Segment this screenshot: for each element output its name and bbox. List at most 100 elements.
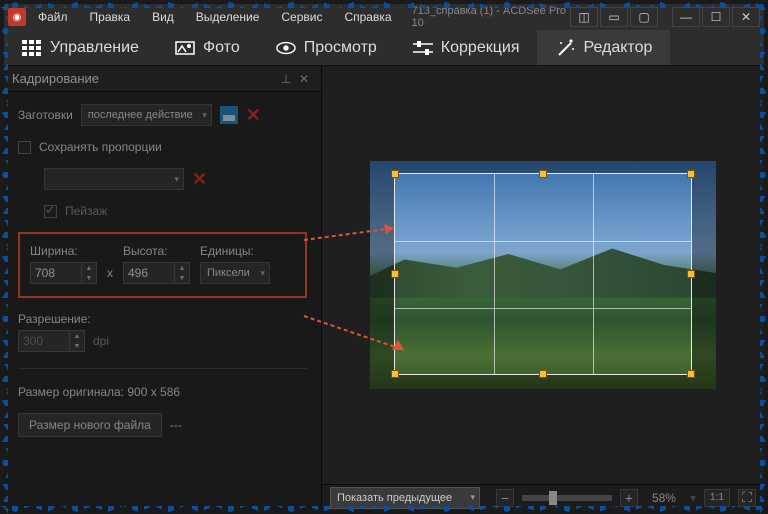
presets-dropdown[interactable]: последнее действие bbox=[81, 104, 212, 126]
mode-label: Фото bbox=[203, 39, 240, 57]
spin-down-icon[interactable]: ▼ bbox=[82, 273, 96, 283]
delete-preset-icon[interactable]: ✕ bbox=[246, 105, 261, 126]
mode-label: Коррекция bbox=[441, 39, 520, 57]
mode-label: Управление bbox=[50, 39, 139, 57]
mode-view[interactable]: Просмотр bbox=[258, 30, 395, 65]
height-spinner[interactable]: ▲▼ bbox=[123, 262, 190, 284]
spin-up-icon[interactable]: ▲ bbox=[82, 263, 96, 273]
menu-help[interactable]: Справка bbox=[334, 6, 401, 28]
height-input[interactable] bbox=[123, 262, 175, 284]
mode-manage[interactable]: Управление bbox=[4, 30, 157, 65]
spin-down-icon[interactable]: ▼ bbox=[70, 341, 84, 351]
mode-develop[interactable]: Коррекция bbox=[395, 30, 538, 65]
zoom-in-button[interactable]: + bbox=[620, 489, 638, 507]
dimensions-highlight-box: Ширина: ▲▼ x Высота: ▲▼ bbox=[18, 232, 307, 298]
menu-service[interactable]: Сервис bbox=[271, 6, 332, 28]
close-window-button[interactable]: ✕ bbox=[732, 7, 760, 27]
width-field: Ширина: ▲▼ bbox=[30, 244, 97, 284]
resolution-row: Разрешение: ▲▼ dpi bbox=[18, 312, 307, 352]
width-label: Ширина: bbox=[30, 244, 97, 258]
menu-edit[interactable]: Правка bbox=[80, 6, 141, 28]
clear-ratio-icon[interactable]: ✕ bbox=[192, 169, 207, 190]
resolution-spinner[interactable]: ▲▼ bbox=[18, 330, 85, 352]
menu-view[interactable]: Вид bbox=[142, 6, 184, 28]
menu-file[interactable]: Файл bbox=[28, 6, 78, 28]
crop-handle-t[interactable] bbox=[539, 170, 547, 178]
original-size: Размер оригинала: 900 x 586 bbox=[18, 385, 307, 399]
height-field: Высота: ▲▼ bbox=[123, 244, 190, 284]
new-size-value: --- bbox=[170, 418, 182, 432]
width-spinner[interactable]: ▲▼ bbox=[30, 262, 97, 284]
spin-up-icon[interactable]: ▲ bbox=[70, 331, 84, 341]
crop-handle-r[interactable] bbox=[687, 270, 695, 278]
landscape-label: Пейзаж bbox=[65, 204, 107, 218]
height-label: Высота: bbox=[123, 244, 190, 258]
spin-down-icon[interactable]: ▼ bbox=[175, 273, 189, 283]
keep-ratio-row: Сохранять пропорции bbox=[18, 140, 307, 154]
ratio-sub-row: ✕ bbox=[44, 168, 307, 190]
crop-rectangle[interactable] bbox=[394, 173, 692, 375]
crop-panel: Кадрирование ⊥ ✕ Заготовки последнее дей… bbox=[4, 66, 322, 510]
maximize-button[interactable]: ☐ bbox=[702, 7, 730, 27]
zoom-slider[interactable] bbox=[522, 495, 612, 501]
layout-button-3[interactable]: ▢ bbox=[630, 7, 658, 27]
photo-preview bbox=[370, 161, 716, 389]
panel-title: Кадрирование bbox=[12, 71, 277, 86]
crop-handle-b[interactable] bbox=[539, 370, 547, 378]
width-input[interactable] bbox=[30, 262, 82, 284]
units-dropdown[interactable]: Пиксели bbox=[200, 262, 270, 284]
resolution-label: Разрешение: bbox=[18, 312, 307, 326]
presets-label: Заготовки bbox=[18, 108, 73, 122]
image-canvas[interactable] bbox=[326, 70, 760, 480]
mode-edit[interactable]: Редактор bbox=[537, 30, 670, 65]
zoom-out-button[interactable]: − bbox=[496, 489, 514, 507]
x-separator: x bbox=[107, 266, 113, 284]
panel-body: Заготовки последнее действие ✕ Сохранять… bbox=[4, 92, 321, 449]
layout-button[interactable]: ◫ bbox=[570, 7, 598, 27]
landscape-checkbox[interactable] bbox=[44, 205, 57, 218]
photo-icon bbox=[175, 38, 195, 58]
canvas-area: Показать предыдущее − + 58% ▾ 1:1 ⛶ bbox=[322, 66, 764, 510]
fit-button[interactable]: 1:1 bbox=[704, 489, 730, 507]
eye-icon bbox=[276, 38, 296, 58]
new-file-size-button[interactable]: Размер нового файла bbox=[18, 413, 162, 437]
content-area: Кадрирование ⊥ ✕ Заготовки последнее дей… bbox=[4, 66, 764, 510]
ratio-dropdown[interactable] bbox=[44, 168, 184, 190]
show-previous-dropdown[interactable]: Показать предыдущее bbox=[330, 487, 480, 509]
mode-label: Просмотр bbox=[304, 39, 377, 57]
keep-ratio-checkbox[interactable] bbox=[18, 141, 31, 154]
crop-handle-br[interactable] bbox=[687, 370, 695, 378]
sliders-icon bbox=[413, 38, 433, 58]
app-icon: ◉ bbox=[8, 8, 26, 26]
menu-selection[interactable]: Выделение bbox=[186, 6, 270, 28]
window-controls: ◫ ▭ ▢ — ☐ ✕ bbox=[570, 7, 760, 27]
resolution-input[interactable] bbox=[18, 330, 70, 352]
wand-icon bbox=[555, 38, 575, 58]
units-field: Единицы: Пиксели bbox=[200, 244, 270, 284]
window-title: 713_справка (1) - ACDSee Pro 10 bbox=[404, 5, 568, 29]
save-preset-icon[interactable] bbox=[220, 106, 238, 124]
minimize-button[interactable]: — bbox=[672, 7, 700, 27]
keep-ratio-label: Сохранять пропорции bbox=[39, 140, 162, 154]
close-panel-icon[interactable]: ✕ bbox=[295, 70, 313, 88]
crop-handle-bl[interactable] bbox=[391, 370, 399, 378]
resolution-units: dpi bbox=[93, 334, 109, 348]
zoom-value: 58% bbox=[646, 491, 682, 505]
new-size-row: Размер нового файла --- bbox=[18, 413, 307, 437]
app-window: ◉ Файл Правка Вид Выделение Сервис Справ… bbox=[4, 4, 764, 510]
presets-row: Заготовки последнее действие ✕ bbox=[18, 104, 307, 126]
mode-photo[interactable]: Фото bbox=[157, 30, 258, 65]
fit-screen-button[interactable]: ⛶ bbox=[738, 489, 756, 507]
pin-icon[interactable]: ⊥ bbox=[277, 70, 295, 88]
mode-bar: Управление Фото Просмотр Коррекция Редак… bbox=[4, 30, 764, 66]
status-bar: Показать предыдущее − + 58% ▾ 1:1 ⛶ bbox=[322, 484, 764, 510]
crop-handle-l[interactable] bbox=[391, 270, 399, 278]
menubar: ◉ Файл Правка Вид Выделение Сервис Справ… bbox=[4, 4, 764, 30]
landscape-row: Пейзаж bbox=[44, 204, 307, 218]
layout-button-2[interactable]: ▭ bbox=[600, 7, 628, 27]
crop-handle-tr[interactable] bbox=[687, 170, 695, 178]
spin-up-icon[interactable]: ▲ bbox=[175, 263, 189, 273]
crop-handle-tl[interactable] bbox=[391, 170, 399, 178]
divider bbox=[18, 368, 307, 369]
grid-icon bbox=[22, 38, 42, 58]
